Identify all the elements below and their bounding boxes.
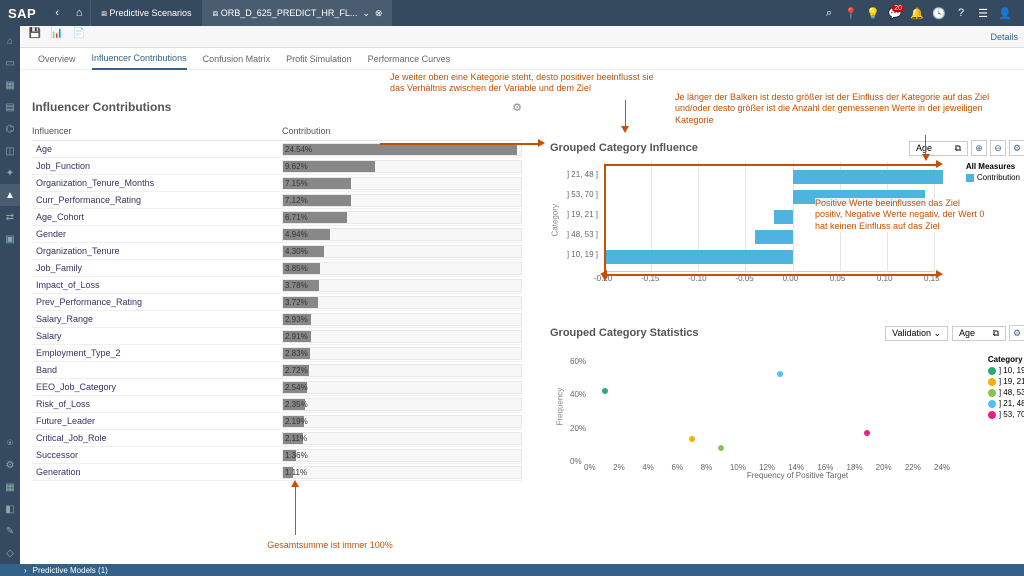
sap-logo: SAP bbox=[8, 6, 36, 21]
table-row[interactable]: Gender4.94% bbox=[32, 226, 522, 243]
gci-gear-icon[interactable]: ⚙ bbox=[1009, 140, 1024, 156]
table-row[interactable]: Prev_Performance_Rating3.72% bbox=[32, 294, 522, 311]
main-panel: Overview Influencer Contributions Confus… bbox=[20, 48, 1024, 564]
gcs-legend: Category ] 10, 19 ]] 19, 21 ]] 48, 53 ]]… bbox=[988, 355, 1024, 419]
close-icon[interactable]: ⊗ bbox=[375, 8, 383, 19]
table-row[interactable]: Generation1.11% bbox=[32, 464, 522, 481]
gcs-chart: Frequency 0%20%40%60%0%2%4%6%8%10%12%14%… bbox=[570, 351, 940, 471]
panel-title: Influencer Contributions bbox=[32, 100, 171, 114]
gci-title: Grouped Category Influence bbox=[550, 142, 698, 154]
table-row[interactable]: EEO_Job_Category2.54% bbox=[32, 379, 522, 396]
col-contribution: Contribution bbox=[282, 126, 331, 136]
tab-influencer[interactable]: Influencer Contributions bbox=[92, 48, 187, 70]
influencer-panel: Influencer Contributions ⚙ Influencer Co… bbox=[32, 100, 522, 481]
table-row[interactable]: Band2.72% bbox=[32, 362, 522, 379]
expand-icon[interactable]: › bbox=[24, 566, 27, 575]
side-clip-icon[interactable]: ▣ bbox=[0, 228, 20, 250]
search-icon[interactable]: ⌕ bbox=[818, 7, 840, 20]
side-book-icon[interactable]: ▤ bbox=[0, 96, 20, 118]
gcs-sel2[interactable]: Age ⧉ bbox=[952, 326, 1006, 341]
details-link[interactable]: Details bbox=[990, 32, 1018, 42]
table-row[interactable]: Successor1.36% bbox=[32, 447, 522, 464]
side-page-icon[interactable]: ▭ bbox=[0, 52, 20, 74]
annot-top: Je weiter oben eine Kategorie steht, des… bbox=[390, 72, 660, 95]
gcs-panel: Grouped Category Statistics Validation ⌄… bbox=[550, 325, 1024, 480]
table-row[interactable]: Critical_Job_Role2.11% bbox=[32, 430, 522, 447]
annot-bottom: Gesamtsumme ist immer 100% bbox=[230, 540, 430, 551]
table-row[interactable]: Organization_Tenure_Months7.15% bbox=[32, 175, 522, 192]
side-user-icon[interactable]: ⍟ bbox=[0, 432, 20, 454]
side-home-icon[interactable]: ⌂ bbox=[0, 30, 20, 52]
side-cal-icon[interactable]: ▦ bbox=[0, 476, 20, 498]
side-x-icon[interactable]: ◇ bbox=[0, 542, 20, 564]
side-hier-icon[interactable]: ⌬ bbox=[0, 118, 20, 140]
gcs-sel1[interactable]: Validation ⌄ bbox=[885, 326, 948, 341]
top-bar: SAP ‹ ⌂ ⧈ Predictive Scenarios ⧈ ORB_D_6… bbox=[0, 0, 1024, 26]
user-icon[interactable]: 👤 bbox=[994, 7, 1016, 20]
chevron-down-icon[interactable]: ⌄ bbox=[362, 8, 370, 19]
back-icon[interactable]: ‹ bbox=[46, 7, 68, 19]
save-icon[interactable]: 💾 bbox=[26, 28, 44, 46]
tab-confusion[interactable]: Confusion Matrix bbox=[203, 48, 271, 70]
export-icon[interactable]: 📄 bbox=[70, 28, 88, 46]
cube-icon: ⧈ bbox=[101, 8, 107, 19]
side-chart-icon[interactable]: ▲ bbox=[0, 184, 20, 206]
table-row[interactable]: Employment_Type_22.83% bbox=[32, 345, 522, 362]
gear-icon[interactable]: ⚙ bbox=[512, 101, 522, 114]
toolbar: 💾 📊 📄 Details bbox=[20, 26, 1024, 48]
table-row[interactable]: Risk_of_Loss2.35% bbox=[32, 396, 522, 413]
table-row[interactable]: Future_Leader2.19% bbox=[32, 413, 522, 430]
side-tool-icon[interactable]: ⚙ bbox=[0, 454, 20, 476]
gci-panel: Grouped Category Influence Age ⧉ ⊕ ⊖ ⚙ C… bbox=[550, 140, 1024, 292]
table-row[interactable]: Curr_Performance_Rating7.12% bbox=[32, 192, 522, 209]
gcs-xlabel: Frequency of Positive Target bbox=[570, 471, 1024, 480]
table-row[interactable]: Job_Function9.62% bbox=[32, 158, 522, 175]
left-sidebar: ⌂ ▭ ▦ ▤ ⌬ ◫ ✦ ▲ ⇄ ▣ ⍟ ⚙ ▦ ◧ ✎ ◇ bbox=[0, 26, 20, 564]
side-cube-icon[interactable]: ◧ bbox=[0, 498, 20, 520]
table-row[interactable]: Age_Cohort6.71% bbox=[32, 209, 522, 226]
annot-right: Je länger der Balken ist desto größer is… bbox=[675, 92, 1015, 126]
gcs-gear-icon[interactable]: ⚙ bbox=[1009, 325, 1024, 341]
clock-icon[interactable]: 🕓 bbox=[928, 7, 950, 20]
pin-icon[interactable]: 📍 bbox=[840, 7, 862, 20]
chat-icon[interactable]: 💬20 bbox=[884, 7, 906, 20]
sub-tabs: Overview Influencer Contributions Confus… bbox=[20, 48, 1024, 70]
gcs-title: Grouped Category Statistics bbox=[550, 327, 699, 339]
gci-selector[interactable]: Age ⧉ bbox=[909, 141, 968, 156]
cube-icon: ⧈ bbox=[213, 8, 219, 19]
side-wrench-icon[interactable]: ✎ bbox=[0, 520, 20, 542]
side-light-icon[interactable]: ✦ bbox=[0, 162, 20, 184]
table-row[interactable]: Salary_Range2.93% bbox=[32, 311, 522, 328]
menu-icon[interactable]: ☰ bbox=[972, 7, 994, 20]
side-grid-icon[interactable]: ▦ bbox=[0, 74, 20, 96]
tab-model[interactable]: ⧈ ORB_D_625_PREDICT_HR_FL... ⌄ ⊗ bbox=[202, 0, 393, 26]
footer-bar[interactable]: › Predictive Models (1) bbox=[0, 564, 1024, 576]
annot-box: Positive Werte beeinflussen das Ziel pos… bbox=[815, 198, 985, 232]
tab-perf[interactable]: Performance Curves bbox=[368, 48, 451, 70]
gci-legend: All Measures Contribution bbox=[966, 162, 1020, 182]
col-influencer: Influencer bbox=[32, 126, 282, 136]
idea-icon[interactable]: 💡 bbox=[862, 7, 884, 20]
tab-predictive-scenarios[interactable]: ⧈ Predictive Scenarios bbox=[90, 0, 201, 26]
table-row[interactable]: Impact_of_Loss3.78% bbox=[32, 277, 522, 294]
help-icon[interactable]: ? bbox=[950, 7, 972, 19]
tab-overview[interactable]: Overview bbox=[38, 48, 76, 70]
content-area: Influencer Contributions ⚙ Influencer Co… bbox=[20, 70, 1024, 564]
side-db-icon[interactable]: ◫ bbox=[0, 140, 20, 162]
zoom-out-icon[interactable]: ⊖ bbox=[990, 140, 1006, 156]
table-row[interactable]: Job_Family3.85% bbox=[32, 260, 522, 277]
home-icon[interactable]: ⌂ bbox=[68, 7, 90, 19]
chart-icon[interactable]: 📊 bbox=[48, 28, 66, 46]
notif-icon[interactable]: 🔔 bbox=[906, 7, 928, 20]
side-link-icon[interactable]: ⇄ bbox=[0, 206, 20, 228]
table-row[interactable]: Salary2.91% bbox=[32, 328, 522, 345]
tab-profit[interactable]: Profit Simulation bbox=[286, 48, 352, 70]
table-row[interactable]: Organization_Tenure4.30% bbox=[32, 243, 522, 260]
zoom-in-icon[interactable]: ⊕ bbox=[971, 140, 987, 156]
